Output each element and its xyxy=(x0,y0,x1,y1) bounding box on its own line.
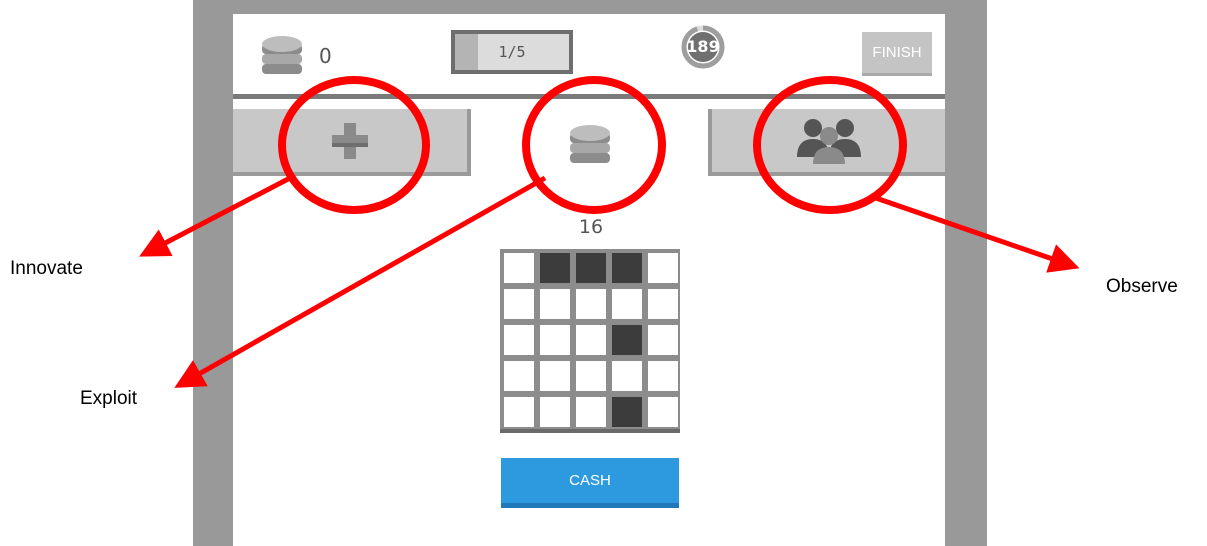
exploit-highlight-circle xyxy=(522,76,666,214)
observe-arrow xyxy=(869,193,1080,273)
innovate-label: Innovate xyxy=(10,258,83,279)
observe-label: Observe xyxy=(1106,276,1178,297)
innovate-arrow xyxy=(139,175,292,257)
annotation-overlay xyxy=(139,76,1080,388)
innovate-highlight-circle xyxy=(278,76,430,214)
observe-highlight-circle xyxy=(753,76,907,214)
exploit-label: Exploit xyxy=(80,388,138,409)
